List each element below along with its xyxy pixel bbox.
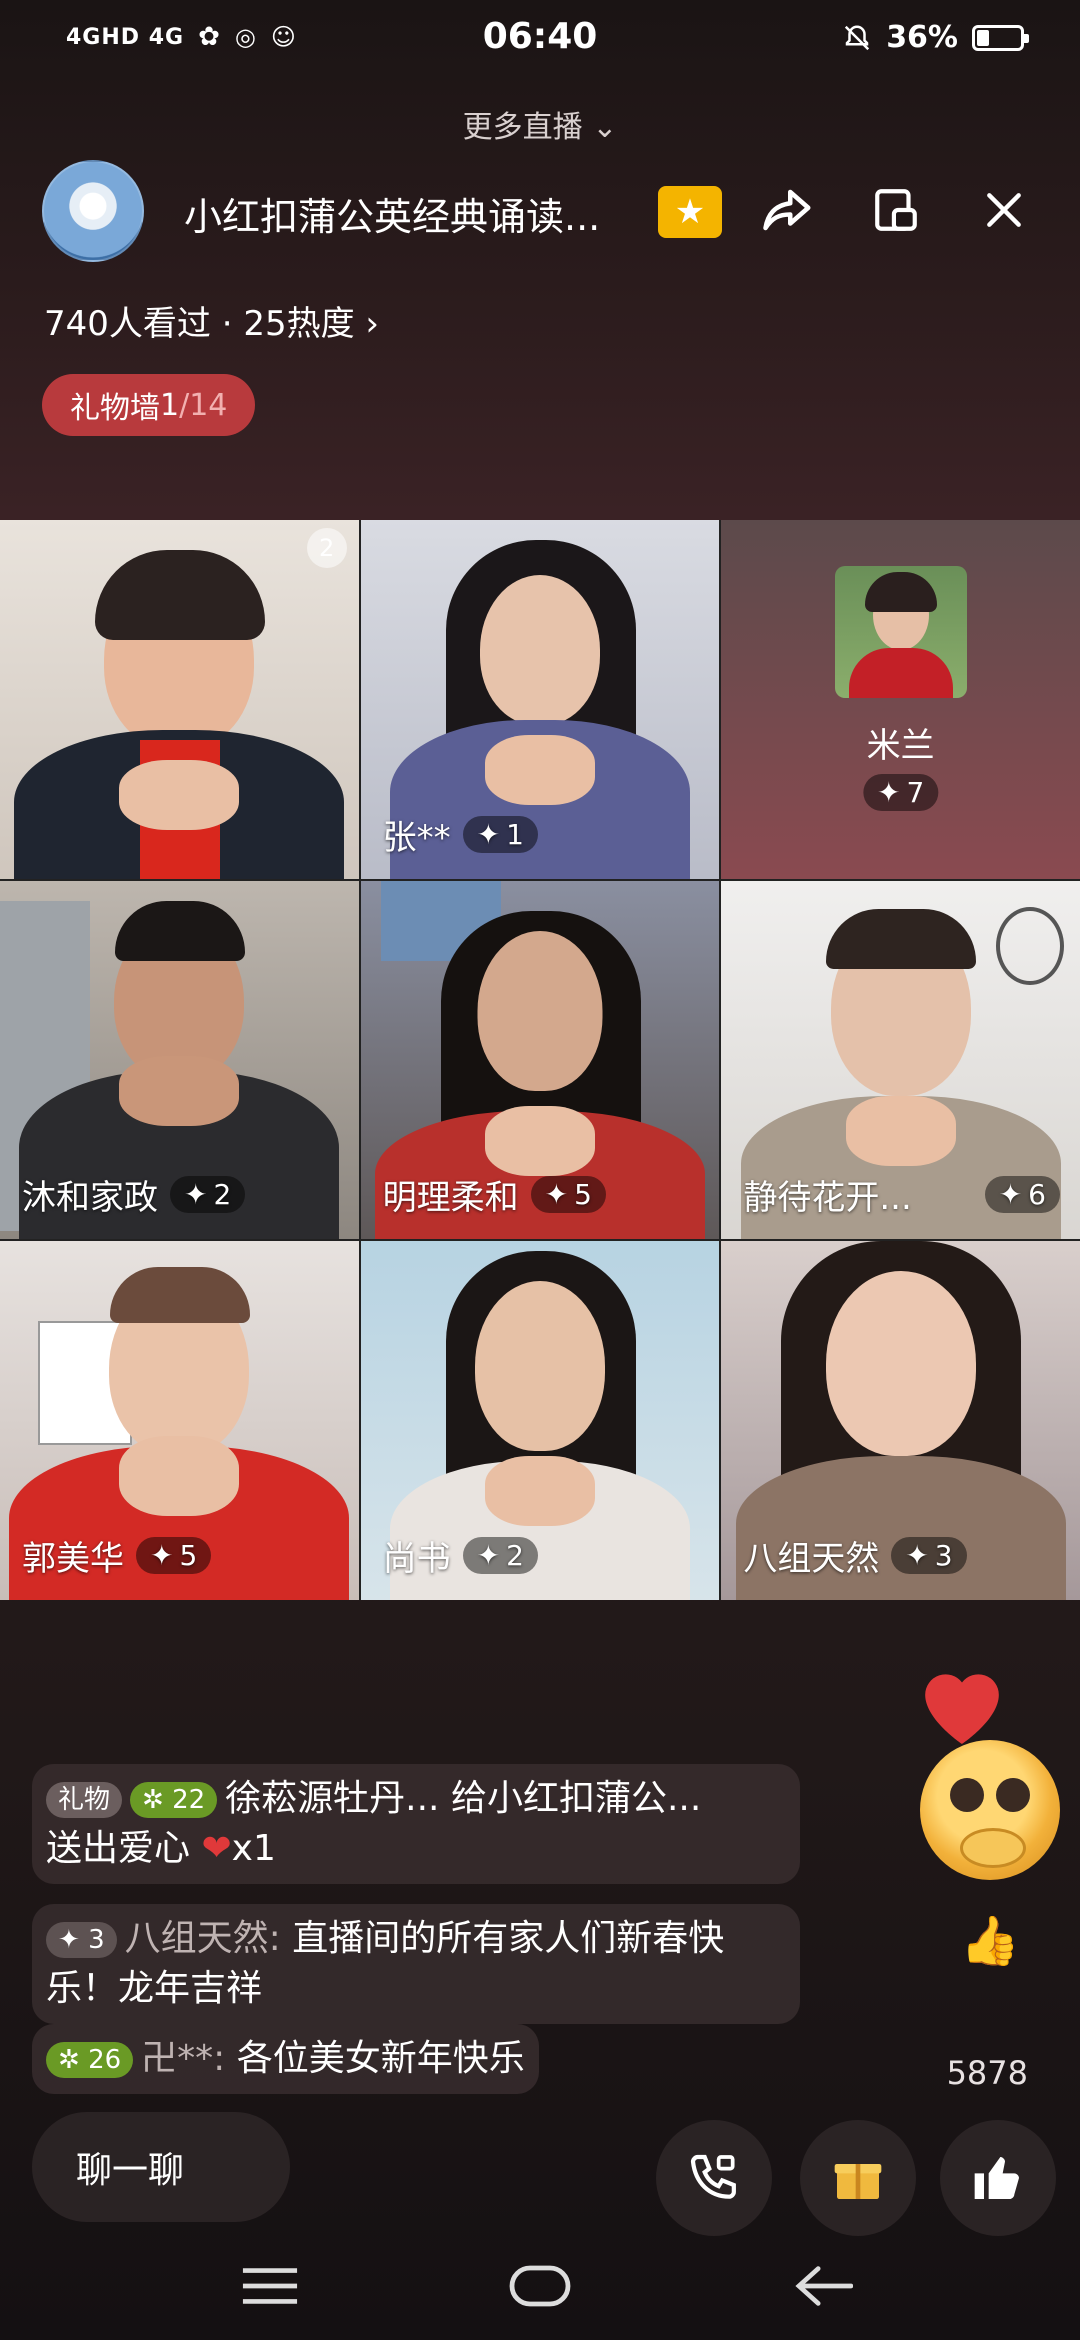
- star-icon: ★: [674, 192, 706, 232]
- tile-label: 明理柔和 ✦ 5: [383, 1170, 606, 1219]
- sparkle-icon: ✦: [905, 1538, 929, 1572]
- thumb-up-float-icon: 👍: [960, 1913, 1020, 1969]
- menu-icon: [242, 2268, 298, 2304]
- participant-name: 郭美华: [22, 1538, 124, 1579]
- gift-count: x1: [231, 1828, 276, 1869]
- tile-label: 八组天然 ✦ 3: [743, 1531, 967, 1580]
- more-live-dropdown[interactable]: 更多直播 ⌄: [0, 102, 1080, 146]
- participant-name: 明理柔和: [382, 1178, 519, 1219]
- video-call-button[interactable]: [656, 2120, 772, 2236]
- video-tile[interactable]: 八组天然 ✦ 3: [721, 1241, 1080, 1600]
- tile-badge: 2: [306, 528, 347, 568]
- video-tile[interactable]: 郭美华 ✦ 5: [0, 1241, 359, 1600]
- tile-label: 沐和家政 ✦ 2: [22, 1170, 246, 1219]
- gift-wall-current: 1: [160, 387, 180, 423]
- battery-percent: 36%: [886, 20, 958, 55]
- host-title[interactable]: 小红扣蒲公英经典诵读...: [184, 186, 600, 241]
- chat-text: 徐菘源牡丹... 给小红扣蒲公...: [225, 1778, 702, 1819]
- favorite-button[interactable]: ★: [658, 186, 722, 238]
- score-badge: ✦ 5: [530, 1176, 606, 1214]
- chat-username: 八组天然:: [124, 1918, 281, 1959]
- stats-text: 740人看过 · 25热度: [44, 304, 355, 344]
- video-call-icon: [690, 2154, 736, 2199]
- video-tile[interactable]: 沐和家政 ✦ 2: [0, 880, 359, 1240]
- chevron-down-icon: ⌄: [592, 110, 618, 145]
- status-bar: 4GHD 4G ✿ ◎ ☺ 06:40 36%: [0, 0, 1080, 80]
- video-tile[interactable]: 米兰 ✦ 7: [721, 520, 1080, 879]
- score-badge: ✦ 7: [863, 774, 939, 811]
- sparkle-icon: ✦: [998, 1178, 1023, 1212]
- score-badge: ✦ 2: [170, 1176, 246, 1214]
- gift-icon: [834, 2164, 882, 2199]
- tile-label: 尚书 ✦ 2: [383, 1531, 538, 1580]
- participant-name: 尚书: [382, 1538, 451, 1579]
- participant-name: 张**: [382, 817, 451, 858]
- level-badge: ✦ 3: [46, 1922, 117, 1958]
- video-tile[interactable]: 尚书 ✦ 2: [360, 1241, 720, 1600]
- menu-button[interactable]: [230, 2256, 310, 2316]
- mute-icon: [845, 24, 870, 50]
- tile-label: 郭美华 ✦ 5: [22, 1531, 212, 1580]
- emoji-reaction-icon: [920, 1740, 1060, 1880]
- chat-input[interactable]: 聊一聊: [32, 2112, 290, 2222]
- view-stats[interactable]: 740人看过 · 25热度 ›: [44, 296, 379, 345]
- participant-avatar: [835, 566, 968, 698]
- gift-wall-label: 礼物墙: [70, 391, 160, 426]
- video-tile[interactable]: 明理柔和 ✦ 5: [360, 880, 720, 1240]
- heart-icon: ❤: [201, 1828, 232, 1869]
- score-badge: ✦ 2: [462, 1536, 538, 1574]
- participant-name: 米兰: [866, 726, 935, 766]
- video-tile[interactable]: 2: [0, 520, 359, 879]
- video-tile[interactable]: 张** ✦ 1: [360, 520, 720, 879]
- thumb-up-icon: [974, 2157, 1019, 2199]
- close-icon[interactable]: [974, 180, 1034, 240]
- like-count: 5878: [946, 2054, 1028, 2092]
- back-icon: [795, 2266, 853, 2306]
- heart-icon: [925, 1674, 999, 1744]
- pip-icon[interactable]: [866, 180, 926, 240]
- chat-message: ✲ 26 卍**: 各位美女新年快乐: [32, 2024, 539, 2094]
- level-badge: ✲ 26: [46, 2042, 134, 2078]
- level-badge: ✲ 22: [130, 1782, 218, 1818]
- home-button[interactable]: [500, 2256, 580, 2316]
- host-avatar[interactable]: [42, 160, 144, 262]
- sparkle-icon: ✦: [476, 1538, 501, 1572]
- chat-message: ✦ 3 八组天然: 直播间的所有家人们新春快乐！龙年吉祥: [32, 1904, 800, 2024]
- status-right: 36%: [842, 20, 1029, 55]
- gift-wall-total: /14: [179, 387, 228, 423]
- back-button[interactable]: [784, 2256, 864, 2316]
- tile-label: 静待花开... ✦ 6: [743, 1170, 1060, 1219]
- score-badge: ✦ 6: [984, 1176, 1060, 1214]
- more-live-label: 更多直播: [462, 110, 583, 145]
- score-badge: ✦ 5: [136, 1536, 212, 1574]
- score-badge: ✦ 3: [891, 1536, 967, 1574]
- like-button[interactable]: [940, 2120, 1056, 2236]
- gift-tag: 礼物: [46, 1782, 123, 1818]
- tile-label: 张** ✦ 1: [383, 810, 538, 859]
- sparkle-icon: ✦: [150, 1538, 174, 1572]
- share-icon[interactable]: [758, 180, 818, 240]
- sparkle-icon: ✦: [877, 776, 901, 809]
- participant-name: 沐和家政: [22, 1178, 158, 1219]
- chat-text: 送出爱心: [46, 1828, 191, 1869]
- chat-text: 各位美女新年快乐: [236, 2038, 525, 2079]
- video-tile[interactable]: 静待花开... ✦ 6: [721, 880, 1080, 1240]
- participant-name: 静待花开...: [743, 1178, 912, 1219]
- gift-wall-button[interactable]: 礼物墙 1 /14: [42, 374, 256, 436]
- chevron-right-icon: ›: [365, 304, 380, 344]
- chat-username: 卍**:: [141, 2038, 226, 2079]
- home-icon: [509, 2265, 571, 2307]
- chat-message: 礼物 ✲ 22 徐菘源牡丹... 给小红扣蒲公... 送出爱心 ❤x1: [32, 1764, 800, 1884]
- participant-name: 八组天然: [743, 1538, 880, 1579]
- video-grid: 2 张** ✦ 1 米兰 ✦ 7 沐和家政 ✦ 2 明理柔和 ✦ 5 静待花开.…: [0, 520, 1080, 1600]
- sparkle-icon: ✦: [184, 1178, 208, 1212]
- battery-icon: [972, 24, 1029, 51]
- sparkle-icon: ✦: [544, 1178, 569, 1212]
- gift-button[interactable]: [800, 2120, 916, 2236]
- score-badge: ✦ 1: [462, 815, 538, 853]
- sparkle-icon: ✦: [476, 817, 501, 851]
